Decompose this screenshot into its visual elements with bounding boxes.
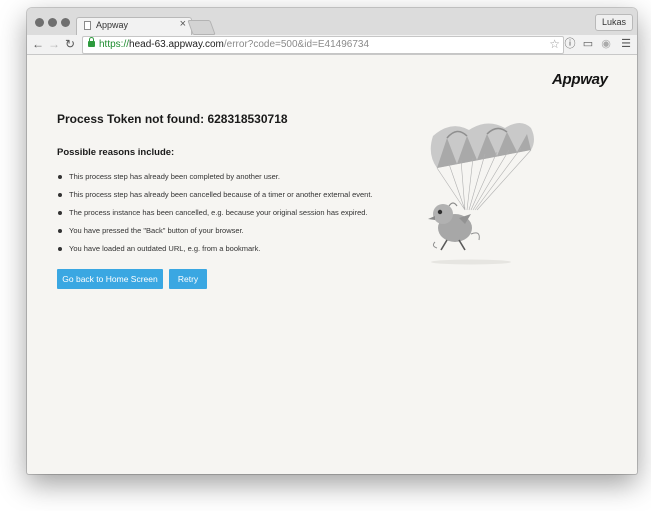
url-text[interactable]: https://head-63.appway.com/error?code=50…: [99, 39, 369, 50]
profile-button[interactable]: Lukas: [594, 14, 633, 31]
parachute-icon: [430, 123, 534, 211]
reasons-heading: Possible reasons include:: [57, 147, 175, 158]
reasons-list: This process step has already been compl…: [57, 172, 373, 262]
shadow-icon: [431, 259, 511, 265]
browser-window: Appway × Lukas ← → ↻ https://head-63.app…: [27, 8, 637, 474]
close-window-button[interactable]: [35, 18, 44, 27]
tab-close-icon[interactable]: ×: [180, 18, 186, 30]
zoom-window-button[interactable]: [61, 18, 70, 27]
lock-icon: [88, 37, 95, 47]
page-title: Process Token not found: 628318530718: [57, 112, 288, 126]
reload-icon[interactable]: ↻: [65, 37, 75, 51]
tab-title: Appway: [96, 20, 129, 30]
cast-icon[interactable]: ▭: [581, 37, 595, 51]
page-icon: [84, 21, 91, 30]
bird-icon: [428, 202, 480, 251]
url-path: /error?code=500&id=E41496734: [223, 39, 370, 50]
parachute-bird-illustration: [428, 123, 534, 265]
info-icon[interactable]: ⓘ: [563, 37, 577, 51]
star-icon[interactable]: ☆: [549, 37, 560, 51]
tab-strip: Appway × Lukas: [27, 8, 637, 36]
back-arrow-icon[interactable]: ←: [32, 37, 44, 51]
home-screen-button[interactable]: Go back to Home Screen: [57, 269, 163, 289]
list-item: You have pressed the "Back" button of yo…: [57, 226, 373, 244]
url-host: head-63.appway.com: [129, 39, 224, 50]
list-item: You have loaded an outdated URL, e.g. fr…: [57, 244, 373, 262]
tab-appway[interactable]: Appway ×: [76, 17, 192, 36]
list-item: This process step has already been cance…: [57, 190, 373, 208]
page-content: Appway Process Token not found: 62831853…: [27, 54, 637, 474]
list-item: The process instance has been cancelled,…: [57, 208, 373, 226]
url-scheme: https://: [99, 39, 130, 50]
list-item: This process step has already been compl…: [57, 172, 373, 190]
browser-toolbar: ← → ↻ https://head-63.appway.com/error?c…: [27, 35, 637, 55]
address-bar[interactable]: https://head-63.appway.com/error?code=50…: [82, 36, 564, 54]
retry-button[interactable]: Retry: [169, 269, 207, 289]
appway-logo: Appway: [552, 71, 608, 88]
new-tab-button[interactable]: [187, 20, 216, 35]
minimize-window-button[interactable]: [48, 18, 57, 27]
extension-icon[interactable]: ◉: [599, 37, 613, 51]
forward-arrow-icon[interactable]: →: [48, 37, 60, 51]
hamburger-menu-icon[interactable]: ☰: [619, 37, 633, 51]
